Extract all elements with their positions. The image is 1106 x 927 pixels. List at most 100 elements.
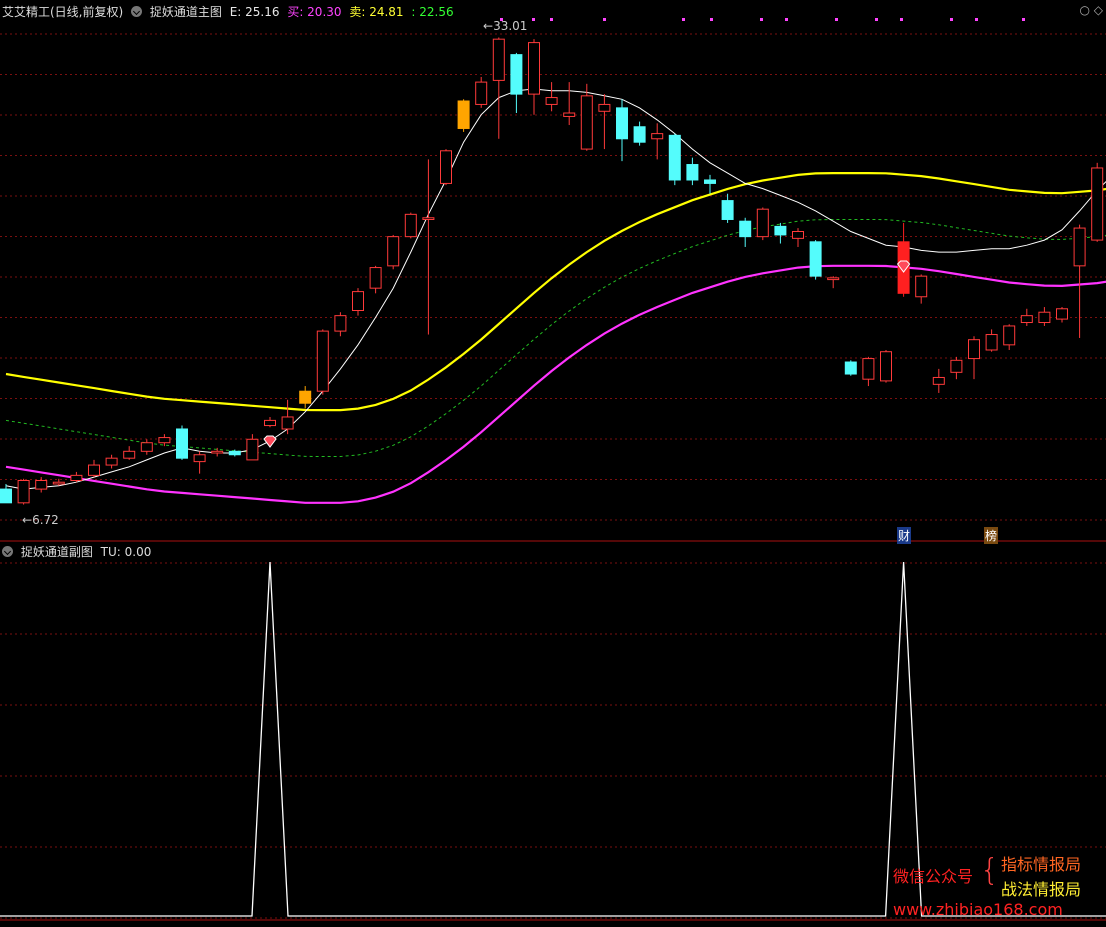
green-dashed-line xyxy=(5,219,1106,457)
candle xyxy=(827,277,840,281)
candle xyxy=(457,100,470,129)
top-dot-marker xyxy=(875,18,878,21)
sell-value: 卖: 24.81 xyxy=(349,5,404,19)
candle xyxy=(809,241,822,277)
e-value: E: 25.16 xyxy=(229,5,280,19)
candle xyxy=(176,428,188,459)
top-dot-marker xyxy=(835,18,838,21)
candle xyxy=(651,133,664,140)
candle xyxy=(123,450,136,459)
stock-label: 艾艾精工(日线,前复权) xyxy=(2,5,124,19)
candle xyxy=(211,450,224,454)
white-ma-line xyxy=(5,88,1106,490)
candle xyxy=(968,339,980,360)
candle xyxy=(52,481,65,485)
candle xyxy=(492,38,505,81)
sub-indicator-name[interactable]: 捉妖通道副图 xyxy=(21,545,93,559)
dropdown-icon[interactable] xyxy=(131,6,143,17)
candle xyxy=(70,474,83,482)
candle xyxy=(545,97,558,105)
candle xyxy=(580,95,593,150)
top-dot-marker xyxy=(900,18,903,21)
candle xyxy=(105,457,118,466)
tu-value: TU: 0.00 xyxy=(100,545,152,559)
diamond-icon[interactable]: ◇ xyxy=(1094,3,1103,17)
candle xyxy=(880,351,892,382)
candle xyxy=(616,107,628,140)
candle xyxy=(563,112,576,117)
top-dot-marker xyxy=(1022,18,1025,21)
candle xyxy=(985,334,998,351)
tag-cai[interactable]: 财 xyxy=(897,527,912,544)
tag-bang[interactable]: 榜 xyxy=(984,527,999,544)
high-marker: ←33.01 xyxy=(483,19,528,33)
candle xyxy=(387,236,400,267)
candle xyxy=(844,361,857,375)
candle xyxy=(739,220,752,238)
gem-marker-icon xyxy=(263,435,277,448)
top-dot-marker xyxy=(710,18,713,21)
sub-header: 捉妖通道副图 TU: 0.00 xyxy=(2,543,155,560)
candle xyxy=(35,480,48,490)
candle xyxy=(774,225,787,236)
candle xyxy=(1003,325,1016,346)
candle xyxy=(246,438,259,461)
candle xyxy=(404,213,417,238)
main-header: 艾艾精工(日线,前复权) 捉妖通道主图 E: 25.16 买: 20.30 卖:… xyxy=(2,3,458,20)
candle xyxy=(17,480,30,504)
brace: { xyxy=(980,853,1000,888)
top-dot-marker xyxy=(550,18,553,21)
candle xyxy=(140,442,153,452)
top-dot-marker xyxy=(950,18,953,21)
circle-icon[interactable]: ○ xyxy=(1080,3,1090,17)
candle xyxy=(704,179,716,184)
buy-value: 买: 20.30 xyxy=(287,5,342,19)
candle xyxy=(915,275,928,298)
candle xyxy=(352,291,364,311)
candle xyxy=(334,315,347,332)
candle xyxy=(510,54,523,95)
candle xyxy=(193,454,206,463)
candle xyxy=(1056,308,1068,320)
indicator-name[interactable]: 捉妖通道主图 xyxy=(150,5,222,19)
candle xyxy=(475,81,488,105)
candle xyxy=(756,208,769,238)
candle xyxy=(598,103,611,112)
top-dot-marker xyxy=(682,18,685,21)
candle xyxy=(281,416,294,430)
candle xyxy=(528,42,540,95)
candle xyxy=(369,267,382,289)
watermark-url: www.zhibiao168.com xyxy=(893,900,1063,919)
candle xyxy=(1020,315,1033,324)
top-dot-marker xyxy=(785,18,788,21)
dropdown-icon[interactable] xyxy=(2,546,13,557)
candle xyxy=(299,390,312,404)
candle xyxy=(440,150,452,184)
candle xyxy=(1073,227,1086,267)
candle xyxy=(668,134,681,181)
candle xyxy=(862,358,875,380)
candle xyxy=(721,200,734,220)
candle xyxy=(316,330,329,392)
candle xyxy=(422,217,435,220)
watermark-left: 微信公众号 xyxy=(893,867,974,886)
watermark-right-bottom: 战法情报局 xyxy=(1001,880,1082,899)
top-dot-marker xyxy=(603,18,606,21)
low-marker: ←6.72 xyxy=(22,513,59,527)
top-dot-marker xyxy=(532,18,535,21)
candle xyxy=(1038,311,1051,324)
candle xyxy=(264,419,276,427)
extra-value: : 22.56 xyxy=(411,5,454,19)
candle xyxy=(633,126,646,143)
top-dot-marker xyxy=(975,18,978,21)
top-dot-marker xyxy=(760,18,763,21)
candle xyxy=(686,164,699,181)
kline-chart[interactable] xyxy=(0,0,1106,927)
candle xyxy=(158,437,171,444)
yellow-channel-line xyxy=(5,172,1106,412)
candle xyxy=(1091,167,1104,241)
candle xyxy=(228,450,241,456)
candle xyxy=(88,464,100,476)
candle xyxy=(0,488,12,504)
candle xyxy=(950,359,963,373)
